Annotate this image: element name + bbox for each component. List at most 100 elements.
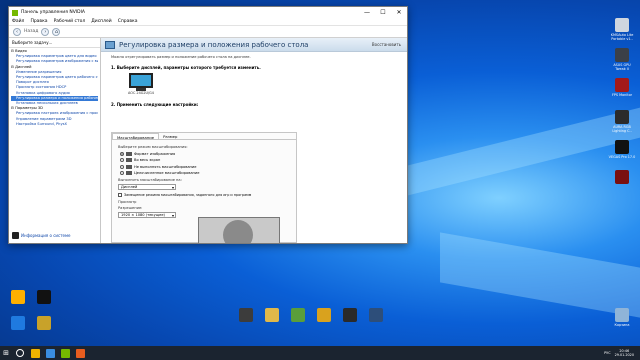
shortcut-glyph-icon [37,316,51,330]
tree-item[interactable]: Настройка Surround, PhysX [11,122,98,127]
menu-bar: Файл Правка Рабочий стол Дисплей Справка [9,18,407,26]
menu-file[interactable]: Файл [12,19,24,24]
back-arrow-icon[interactable]: ‹ [13,27,21,36]
shortcut-glyph-icon [37,290,51,304]
nvidia-control-panel-window: Панель управления NVIDIA — ☐ ✕ Файл Прав… [8,6,408,244]
radio-button[interactable] [120,171,124,175]
checkbox-box[interactable] [118,192,122,197]
resolution-dropdown[interactable]: 1920 × 1080 (текущее) [118,211,176,218]
title-bar[interactable]: Панель управления NVIDIA — ☐ ✕ [9,7,407,18]
desktop-shortcut-icon[interactable]: FPS Monitor [608,78,636,97]
radio-button[interactable] [120,164,124,169]
menu-display[interactable]: Дисплей [91,19,111,24]
shortcut-glyph-icon [265,308,279,322]
resolution-label: Разрешение: [118,205,143,210]
shortcut-label: VEGAS Pro 17.0 [608,155,636,159]
shortcut-glyph-icon [615,110,629,124]
scaling-option[interactable]: Целочисленное масштабирование [120,171,290,175]
desktop-shortcut-icon[interactable] [4,316,32,331]
shortcut-glyph-icon [291,308,305,322]
tab-strip: Масштабирование Размер [112,133,296,140]
minimize-button[interactable]: — [359,7,375,18]
shortcut-glyph-icon [615,140,629,154]
desktop-shortcut-icon[interactable] [310,308,338,323]
monitor-label: AOC 24G2U/G4 [128,91,154,95]
tree-item[interactable]: Регулировка настроек изображения с просм… [11,111,98,116]
shortcut-glyph-icon [11,316,25,330]
desktop-shortcut-icon[interactable]: VEGAS Pro 17.0 [608,140,636,159]
desktop-shortcut-icon[interactable]: KMSAuto Lite Portable v1.. [608,18,636,41]
windows-start-icon[interactable]: ⊞ [0,346,12,360]
desktop-shortcut-icon[interactable] [232,308,260,323]
system-tray: РУС 20:46 29.01.2020 [604,346,634,360]
tab-scaling[interactable]: Масштабирование [112,133,160,140]
nvidia-icon [12,9,18,16]
scaling-mode-label: Выберите режим масштабирования: [118,145,188,149]
scaling-option[interactable]: Не выполнять масштабирование [120,164,290,169]
system-info-label[interactable]: Информация о системе [21,233,70,238]
taskbar-app-icon[interactable] [31,348,40,358]
wallpaper-beam [380,107,640,203]
language-indicator[interactable]: РУС [604,351,610,355]
forward-arrow-icon[interactable]: › [41,27,50,36]
desktop-shortcut-icon[interactable] [30,316,58,331]
desktop-shortcut-icon[interactable]: Корзина [608,308,636,327]
nvidia-info-icon [12,232,19,239]
desktop-shortcut-icon[interactable] [4,290,32,305]
display-selector[interactable]: AOC 24G2U/G4 [121,73,161,95]
scaling-mode-icon [126,151,132,156]
shortcut-label: KMSAuto Lite Portable v1.. [610,33,634,41]
menu-help[interactable]: Справка [118,19,138,24]
scaling-option[interactable]: Формат изображения [120,151,290,156]
taskbar-app-icon[interactable] [46,348,55,358]
radio-button[interactable] [120,151,124,156]
shortcut-glyph-icon [239,308,253,322]
shortcut-glyph-icon [615,78,629,92]
tree-item[interactable]: Регулировка параметров изображения с вид… [11,59,98,64]
override-scaling-checkbox[interactable]: Замещение режима масштабирования, заданн… [118,192,290,197]
shortcut-glyph-icon [615,308,629,322]
shortcut-label: ASUS GPU Tweak II [613,63,631,71]
content-pane: Регулировка размера и положения рабочего… [101,38,407,243]
page-banner: Регулировка размера и положения рабочего… [101,38,407,52]
close-button[interactable]: ✕ [391,7,407,18]
taskbar-app-icon[interactable] [76,348,85,358]
system-info-link[interactable]: Информация о системе [12,232,70,239]
desktop-shortcut-icon[interactable] [336,308,364,323]
perform-on-dropdown[interactable]: Дисплей [118,183,176,190]
desktop-shortcut-icon[interactable] [284,308,312,323]
desktop-shortcut-icon[interactable] [258,308,286,323]
maximize-button[interactable]: ☐ [375,7,391,18]
desktop-shortcut-icon[interactable] [608,170,636,185]
shortcut-glyph-icon [615,18,629,32]
desktop-shortcut-icon[interactable]: ASUS GPU Tweak II [608,48,636,71]
scaling-mode-icon [126,171,132,175]
settings-panel: Масштабирование Размер Выберите режим ма… [111,132,297,243]
home-icon[interactable]: ⌂ [52,27,61,36]
scaling-option-label: Формат изображения [134,151,176,156]
perform-on-label: Выполнить масштабирование на: [118,177,182,182]
scaling-option-label: Во весь экран [134,158,161,162]
menu-edit[interactable]: Правка [30,19,47,24]
shortcut-label: FPS Monitor [611,93,633,97]
desktop-shortcut-icon[interactable] [30,290,58,305]
task-header: Выберите задачу... [9,38,100,48]
step-2-heading: 2. Применить следующие настройки: [111,102,199,107]
shortcut-glyph-icon [369,308,383,322]
shortcut-label: Корзина [614,323,630,327]
search-icon[interactable] [16,349,24,357]
monitor-icon [129,73,153,88]
restore-defaults-link[interactable]: Восстановить [372,42,407,47]
desktop-shortcut-icon[interactable] [362,308,390,323]
desktop-shortcut-icon[interactable]: AURA RGB Lighting C.. [608,110,636,133]
step-1-heading: 1. Выберите дисплей, параметры которого … [111,65,261,70]
back-label[interactable]: Назад [24,29,38,34]
taskbar-app-icon[interactable] [61,348,70,358]
page-description: Можно отрегулировать размер и положение … [111,55,251,59]
menu-desktop[interactable]: Рабочий стол [54,19,86,24]
clock[interactable]: 20:46 29.01.2020 [615,349,634,357]
tab-size[interactable]: Размер [159,133,181,139]
scaling-option[interactable]: Во весь экран [120,158,290,162]
radio-button[interactable] [120,158,124,162]
task-sidebar: Выберите задачу... ⊟ Видео Регулировка па… [9,38,101,243]
